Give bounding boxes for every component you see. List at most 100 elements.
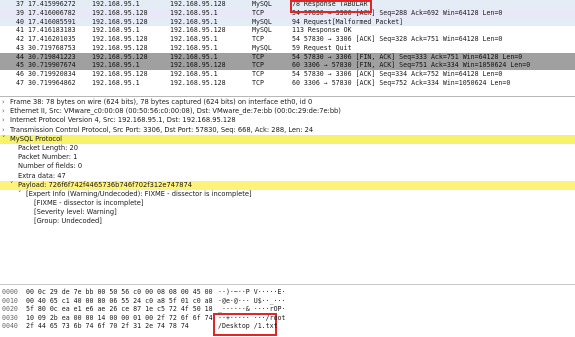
packet-number: 42 [16,35,24,43]
packet-info: 54 57830 → 3306 [FIN, ACK] Seq=333 Ack=7… [292,52,523,61]
pane-divider[interactable] [0,284,575,285]
hex-bytes: 10 09 2b ea 00 00 14 00 00 01 00 2f 72 6… [26,313,213,322]
detail-text: Packet Length: 20 [18,143,78,152]
packet-protocol: MySQL [252,26,272,35]
detail-tree-item[interactable]: [Group: Undecoded] [0,217,575,226]
highlight-box-response-tabular [290,0,372,13]
packet-info: 54 57830 → 3306 [ACK] Seq=334 Ack=752 Wi… [292,70,503,78]
packet-protocol: MySQL [252,17,272,26]
detail-tree-item[interactable]: Number of fields: 0 [0,162,575,171]
packet-source: 192.168.95.128 [92,35,148,43]
detail-tree-item[interactable]: Packet Number: 1 [0,153,575,162]
detail-text: Number of fields: 0 [18,162,83,171]
packet-source: 192.168.95.128 [92,52,148,61]
detail-tree-item[interactable]: › Internet Protocol Version 4, Src: 192.1… [0,116,575,125]
packet-source: 192.168.95.1 [92,26,140,35]
detail-tree-item[interactable]: ˅ Payload: 726f6f742f4465736b746f702f312e… [0,180,575,190]
packet-destination: 192.168.95.1 [170,52,218,61]
packet-destination: 192.168.95.1 [170,17,218,26]
packet-time: 30.719964862 [28,78,76,87]
detail-tree-item[interactable]: Packet Length: 20 [0,144,575,153]
detail-text: MySQL Protocol [10,134,63,143]
packet-row[interactable]: 45 30.719907674 192.168.95.1 192.168.95.128… [0,61,575,70]
packet-number: 47 [16,78,24,87]
packet-number: 41 [16,26,24,35]
packet-time: 30.719841223 [28,52,76,61]
bytes-row[interactable]: 0030 10 09 2b ea 00 00 14 00 00 01 00 2f … [0,314,575,323]
packet-time: 17.415996272 [28,0,76,8]
packet-row[interactable]: 41 17.416183183 192.168.95.1 192.168.95.128… [0,26,575,35]
packet-time: 17.416183183 [28,26,76,35]
detail-tree-item[interactable]: › Ethernet II, Src: VMware_c0:00:08 (00:5… [0,107,575,116]
packet-row[interactable]: 39 17.416006782 192.168.95.128 192.168.95.1… [0,8,575,18]
byte-offset: 0010 [2,296,18,305]
expand-toggle-icon[interactable]: ˅ [2,135,10,144]
detail-tree-item[interactable]: › Transmission Control Protocol, Src Port… [0,126,575,135]
packet-info: 94 Request[Malformed Packet] [292,17,404,26]
packet-protocol: TCP [252,78,264,87]
packet-number: 39 [16,8,24,17]
packet-row[interactable]: 40 17.416085591 192.168.95.128 192.168.95.1… [0,17,575,27]
expand-toggle-icon[interactable]: › [2,116,10,125]
detail-text: Frame 38: 78 bytes on wire (624 bits), 7… [10,98,313,106]
bytes-row[interactable]: 0020 5f 80 0c ea e1 e6 ae 26 ce 87 1e c5 … [0,305,575,314]
packet-source: 192.168.95.1 [92,78,140,87]
expand-toggle-icon[interactable]: › [2,107,10,116]
packet-bytes: 0000 00 0c 29 de 7e bb 00 50 56 c0 00 08 … [0,288,575,337]
packet-row[interactable]: 47 30.719964862 192.168.95.1 192.168.95.128… [0,78,575,88]
packet-number: 37 [16,0,24,8]
packet-number: 43 [16,43,24,52]
expand-toggle-icon[interactable]: › [2,126,10,135]
detail-text: [Group: Undecoded] [34,217,102,226]
packet-destination: 192.168.95.1 [170,43,218,52]
bytes-row[interactable]: 0040 2f 44 65 73 6b 74 6f 70 2f 31 2e 74 … [0,322,575,331]
packet-time: 17.416006782 [28,8,76,17]
expand-toggle-icon[interactable]: ˅ [10,181,18,190]
packet-protocol: MySQL [252,0,272,8]
packet-destination: 192.168.95.1 [170,35,218,43]
bytes-row[interactable]: 0010 00 40 65 c1 40 00 80 06 55 24 c0 a8 … [0,297,575,306]
detail-tree-item[interactable]: [Severity level: Warning] [0,208,575,217]
detail-tree-item[interactable]: ˅ [Expert Info (Warning/Undecoded): FIXME… [0,190,575,199]
packet-time: 30.719920834 [28,70,76,78]
bytes-row[interactable]: 0000 00 0c 29 de 7e bb 00 50 56 c0 00 08 … [0,288,575,297]
packet-info: 60 3306 → 57830 [ACK] Seq=752 Ack=334 Wi… [292,78,511,87]
packet-protocol: TCP [252,52,264,61]
byte-offset: 0020 [2,305,18,314]
packet-list: 37 17.415996272 192.168.95.1 192.168.95.128… [0,0,575,97]
packet-source: 192.168.95.1 [92,61,140,70]
packet-time: 17.416201035 [28,35,76,43]
expand-toggle-icon[interactable]: › [2,98,10,107]
packet-info: 59 Request Quit [292,43,352,52]
ascii-bytes: ·@e·@··· U$··_··· [218,296,286,305]
detail-tree-item[interactable]: › Frame 38: 78 bytes on wire (624 bits), … [0,98,575,107]
packet-source: 192.168.95.1 [92,0,140,8]
byte-offset: 0000 [2,288,18,296]
packet-time: 17.416085591 [28,17,76,26]
detail-text: [FIXME - dissector is incomplete] [34,199,144,208]
packet-destination: 192.168.95.128 [170,78,226,87]
packet-row[interactable]: 46 30.719920834 192.168.95.128 192.168.95.1… [0,70,575,79]
ascii-bytes: _······& ····rOP· [218,305,286,314]
byte-offset: 0040 [2,322,18,331]
detail-tree-item[interactable]: ˅ MySQL Protocol [0,134,575,144]
packet-protocol: TCP [252,70,264,78]
packet-number: 45 [16,61,24,70]
packet-info: 113 Response OK [292,26,352,35]
packet-row[interactable]: 43 30.719768753 192.168.95.128 192.168.95.1… [0,43,575,53]
packet-info: 60 3306 → 57830 [FIN, ACK] Seq=751 Ack=3… [292,61,531,70]
ascii-bytes: /Desktop /1.txt [218,322,278,331]
detail-tree-item[interactable]: [FIXME - dissector is incomplete] [0,199,575,208]
packet-row[interactable]: 42 17.416201035 192.168.95.128 192.168.95.1… [0,35,575,44]
detail-text: Packet Number: 1 [18,153,78,162]
packet-row[interactable]: 37 17.415996272 192.168.95.1 192.168.95.128… [0,0,575,9]
packet-source: 192.168.95.128 [92,17,148,26]
packet-time: 30.719768753 [28,43,76,52]
detail-tree-item[interactable]: Extra data: 47 [0,172,575,181]
detail-text: [Expert Info (Warning/Undecoded): FIXME … [26,189,252,198]
packet-row[interactable]: 44 30.719841223 192.168.95.128 192.168.95.1… [0,52,575,62]
expand-toggle-icon[interactable]: ˅ [18,190,26,199]
detail-text: Transmission Control Protocol, Src Port:… [10,125,314,134]
hex-bytes: 00 0c 29 de 7e bb 00 50 56 c0 00 08 08 0… [26,288,213,296]
detail-text: Extra data: 47 [18,171,66,180]
